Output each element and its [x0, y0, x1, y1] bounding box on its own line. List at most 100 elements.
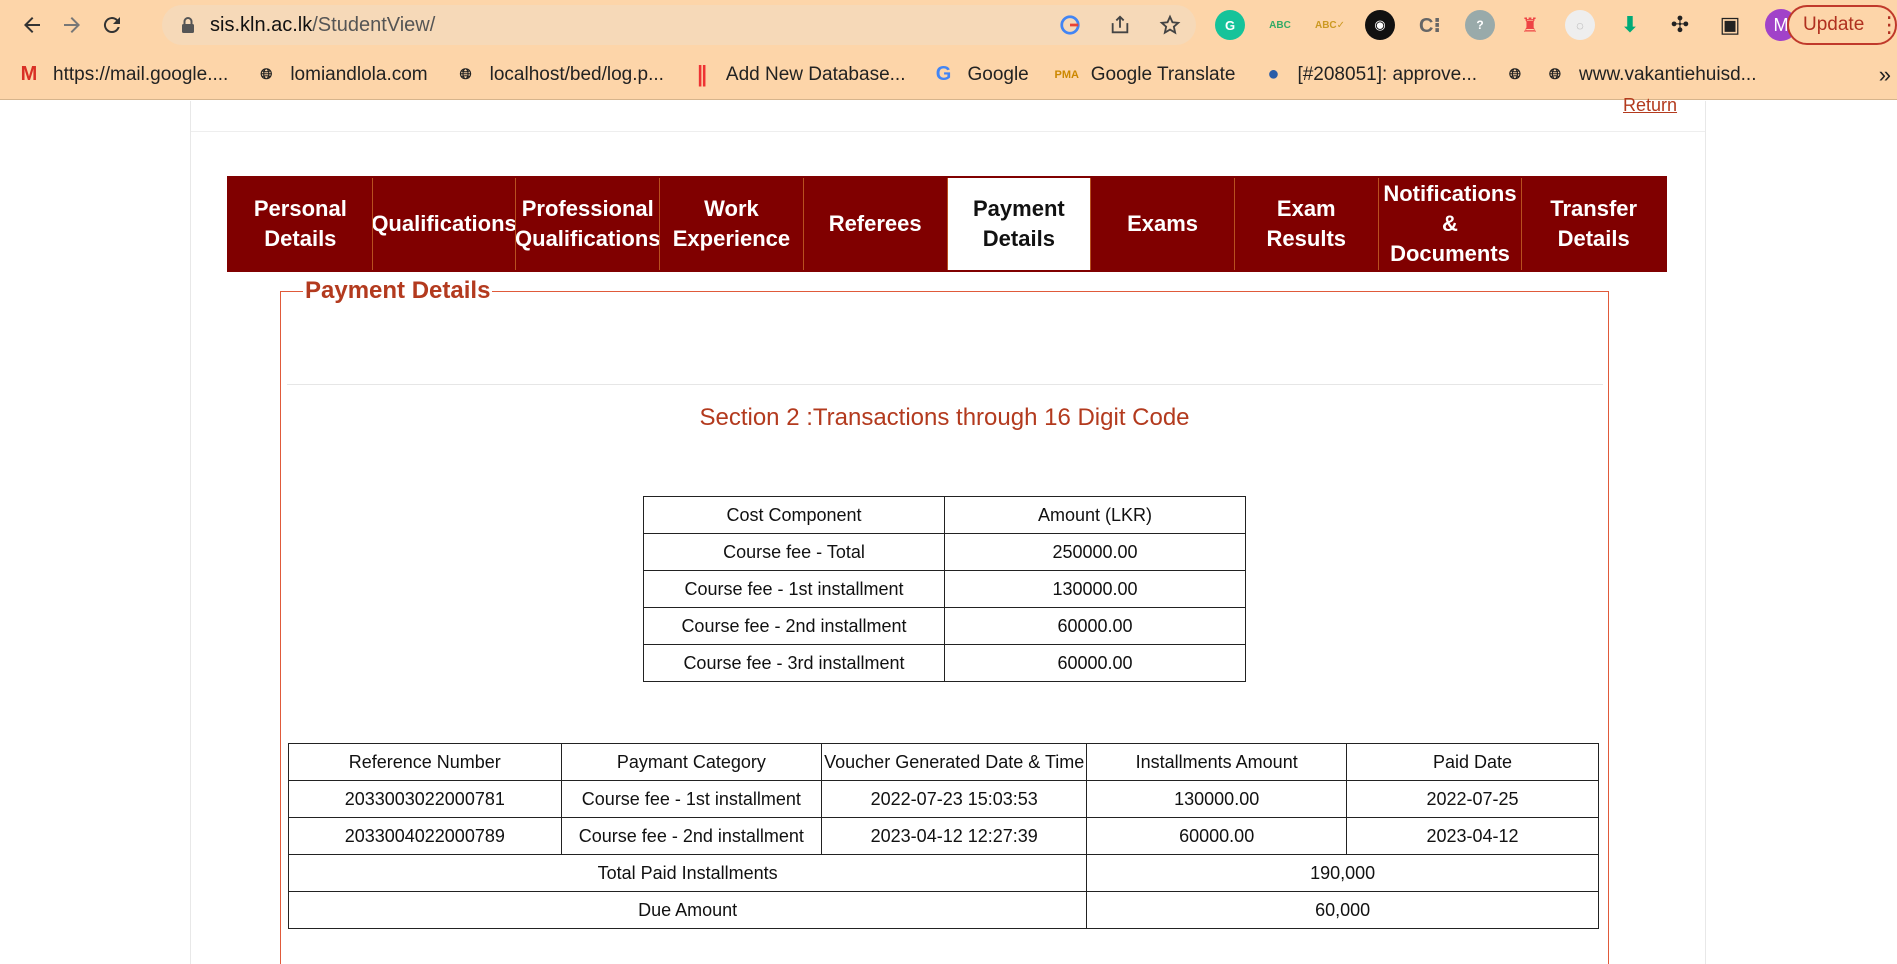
bookmark-label: localhost/bed/log.p...	[489, 63, 664, 85]
table-cell: Course fee - 3rd installment	[643, 644, 945, 682]
table-cell: 60000.00	[944, 607, 1246, 645]
spellcheck-ok-icon[interactable]: ABC✓	[1315, 10, 1345, 40]
reload-button[interactable]	[92, 5, 132, 45]
table-cell: 2022-07-23 15:03:53	[821, 780, 1088, 818]
section-title: Section 2 :Transactions through 16 Digit…	[699, 404, 1190, 431]
column-header: Paymant Category	[560, 743, 823, 781]
tab-label: Personal Details	[253, 196, 347, 251]
tab-label: Work Experience	[672, 196, 791, 251]
forward-button[interactable]	[52, 5, 92, 45]
tab-label: Referees	[828, 211, 922, 236]
column-header: Voucher Generated Date & Time	[821, 743, 1088, 781]
table-cell: 130000.00	[1086, 780, 1348, 818]
menu-dots-icon[interactable]: ⋮	[1878, 12, 1897, 38]
table-cell: 2033003022000781	[288, 780, 562, 818]
puzzle-extensions-icon[interactable]: ✣	[1665, 10, 1695, 40]
google-lens-icon[interactable]	[1058, 13, 1082, 37]
tab-label: Exam Results	[1266, 196, 1347, 251]
total-paid-label: Total Paid Installments	[287, 854, 1088, 892]
return-link[interactable]: Return	[1623, 95, 1677, 116]
forward-arrow-icon	[64, 17, 80, 33]
bookmark-label: lomiandlola.com	[290, 63, 428, 85]
tab-label: Professional Qualifications	[516, 196, 661, 251]
tab-label: Transfer Details	[1550, 196, 1638, 251]
table-row: Course fee - 1st installment 130000.00	[643, 570, 1246, 608]
address-bar-actions	[1058, 13, 1182, 37]
bookmark-vakantiehuis[interactable]: 🌐︎ www.vakantiehuisd...	[1544, 64, 1756, 86]
chat-extension-icon[interactable]: ?	[1465, 10, 1495, 40]
address-bar[interactable]: sis.kln.ac.lk/StudentView/	[162, 5, 1196, 45]
url-host: sis.kln.ac.lk	[210, 13, 313, 36]
bookmark-lomiandlola[interactable]: 🌐︎ lomiandlola.com	[255, 64, 427, 86]
table-cell: Course fee - 2nd installment	[560, 817, 823, 855]
lighthouse-icon[interactable]: ♜	[1515, 10, 1545, 40]
table-cell: 2033004022000789	[288, 817, 562, 855]
tab-notifications-documents[interactable]: Notifications & Documents	[1379, 178, 1523, 270]
payment-history-table: Reference Number Paymant Category Vouche…	[287, 743, 1599, 929]
update-button[interactable]: Update ⋮	[1787, 5, 1897, 45]
tab-exam-results[interactable]: Exam Results	[1235, 178, 1379, 270]
globe-icon: 🌐︎	[459, 66, 472, 83]
tab-exams[interactable]: Exams	[1091, 178, 1235, 270]
loading-extension-icon[interactable]: ◌	[1565, 10, 1595, 40]
back-arrow-icon	[24, 17, 40, 33]
bookmark-google[interactable]: G Google	[932, 63, 1029, 86]
back-button[interactable]	[12, 5, 52, 45]
bookmark-localhost[interactable]: 🌐︎ localhost/bed/log.p...	[455, 64, 664, 86]
total-paid-value: 190,000	[1086, 854, 1599, 892]
bookmark-label: [#208051]: approve...	[1297, 63, 1478, 85]
total-paid-row: Total Paid Installments 190,000	[287, 854, 1599, 892]
table-row: Course fee - 3rd installment 60000.00	[643, 644, 1246, 682]
table-cell: 60000.00	[1086, 817, 1348, 855]
bookmarks-overflow-icon[interactable]: »	[1879, 62, 1891, 88]
table-cell: 2022-07-25	[1346, 780, 1599, 818]
lock-icon	[182, 17, 194, 33]
tab-qualifications[interactable]: Qualifications	[373, 178, 517, 270]
tab-work-experience[interactable]: Work Experience	[660, 178, 804, 270]
tab-label: Qualifications	[372, 211, 517, 236]
tab-personal-details[interactable]: Personal Details	[229, 178, 373, 270]
table-row: Course fee - Total 250000.00	[643, 533, 1246, 571]
globe-icon: 🌐︎	[1509, 66, 1522, 83]
tab-transfer-details[interactable]: Transfer Details	[1522, 178, 1665, 270]
code-extension-icon[interactable]: C⁝	[1415, 10, 1445, 40]
due-amount-value: 60,000	[1086, 891, 1599, 929]
grammarly-icon[interactable]: G	[1215, 10, 1245, 40]
due-amount-label: Due Amount	[287, 891, 1088, 929]
divider	[287, 384, 1603, 385]
bookmark-label: Add New Database...	[725, 63, 906, 85]
table-cell: 2023-04-12 12:27:39	[821, 817, 1088, 855]
table-row: 2033003022000781 Course fee - 1st install…	[288, 780, 1599, 818]
bookmarks-bar: Mhttps://mail.google.... 🌐︎ lomiandlola.c…	[0, 50, 1897, 100]
google-icon: G	[935, 63, 952, 85]
divider	[191, 131, 1705, 132]
bookmark-star-icon[interactable]	[1158, 13, 1182, 37]
bookmark-google-translate[interactable]: PMA Google Translate	[1055, 63, 1236, 86]
tab-payment-details[interactable]: Payment Details	[947, 178, 1092, 270]
bookmark-label: Google	[967, 63, 1029, 85]
table-header-row: Reference Number Paymant Category Vouche…	[288, 743, 1599, 781]
bookmark-label: Google Translate	[1090, 63, 1236, 85]
extensions-row: G ABC ABC✓ ◉ C⁝ ? ♜ ◌ ⬇ ✣ ▣ M	[1215, 9, 1797, 41]
download-extension-icon[interactable]: ⬇	[1615, 10, 1645, 40]
eye-extension-icon[interactable]: ◉	[1365, 10, 1395, 40]
reload-icon	[103, 17, 120, 34]
table-row: Course fee - 2nd installment 60000.00	[643, 607, 1246, 645]
tab-professional-qualifications[interactable]: Professional Qualifications	[516, 178, 661, 270]
bookmark-label: https://mail.google....	[53, 63, 229, 85]
bookmark-add-database[interactable]: ∥ Add New Database...	[691, 62, 906, 87]
table-cell: 2023-04-12	[1346, 817, 1599, 855]
bookmark-globe[interactable]: 🌐︎	[1504, 64, 1526, 86]
tab-label: Notifications & Documents	[1383, 181, 1517, 266]
bookmark-drupal[interactable]: ● [#208051]: approve...	[1262, 63, 1478, 86]
bookmark-gmail[interactable]: Mhttps://mail.google....	[18, 63, 229, 86]
fieldset-legend: Payment Details	[303, 277, 493, 305]
column-header: Reference Number	[288, 743, 562, 781]
spellcheck-icon[interactable]: ABC	[1265, 10, 1295, 40]
table-cell: 130000.00	[944, 570, 1246, 608]
side-panel-icon[interactable]: ▣	[1715, 10, 1745, 40]
tab-referees[interactable]: Referees	[804, 178, 948, 270]
share-icon[interactable]	[1108, 13, 1132, 37]
column-header: Paid Date	[1346, 743, 1599, 781]
bookmark-label: www.vakantiehuisd...	[1579, 63, 1757, 85]
